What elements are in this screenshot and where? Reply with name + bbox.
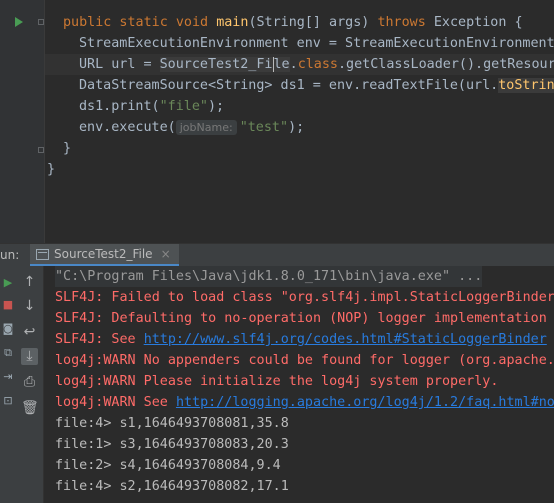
code-token: throws xyxy=(377,15,434,30)
code-token: "test" xyxy=(239,120,289,135)
run-config-icon xyxy=(36,248,49,260)
code-line-3: URL url = SourceTest2_File.class.getClas… xyxy=(45,54,554,75)
console-link[interactable]: http://logging.apache.org/log4j/1.2/faq.… xyxy=(176,395,554,410)
console-link[interactable]: http://www.slf4j.org/codes.html#StaticLo… xyxy=(144,332,547,347)
code-token: .getClassLoader().getResourc xyxy=(338,57,554,72)
code-line-2: StreamExecutionEnvironment env = StreamE… xyxy=(45,33,554,54)
code-token: } xyxy=(63,141,72,156)
console-error-line: log4j:WARN Please initialize the log4j s… xyxy=(55,374,499,389)
code-token: SourceTest2_Fi xyxy=(159,57,273,72)
trash-icon[interactable]: 🗑 xyxy=(21,400,39,417)
console-output[interactable]: "C:\Program Files\Java\jdk1.8.0_171\bin\… xyxy=(45,266,554,503)
code-token: Exception { xyxy=(433,15,523,30)
console-text: log4j:WARN See xyxy=(55,395,176,410)
code-token: . xyxy=(289,57,298,72)
code-token: } xyxy=(47,162,56,177)
run-tab[interactable]: SourceTest2_File × xyxy=(30,244,179,266)
console-output-line: file:4> s2,1646493708082,17.1 xyxy=(55,479,289,494)
console-error-line: SLF4J: See http://www.slf4j.org/codes.ht… xyxy=(55,329,554,350)
console-output-line: file:2> s4,1646493708084,9.4 xyxy=(55,458,281,473)
console-text: SLF4J: See xyxy=(55,332,144,347)
code-token: (String[] args) xyxy=(248,15,378,30)
run-label: un: xyxy=(0,248,20,262)
code-token: class xyxy=(297,57,338,72)
code-token: toString xyxy=(498,78,554,93)
code-token: ); xyxy=(288,120,305,135)
code-token: le xyxy=(273,57,290,72)
code-line-7: } xyxy=(45,138,554,159)
scroll-up-icon[interactable]: ↑ xyxy=(21,274,38,291)
parameter-hint: jobName: xyxy=(175,120,237,135)
close-tab-icon[interactable]: × xyxy=(161,247,171,261)
code-token: public static void xyxy=(63,15,217,30)
run-main-icon[interactable] xyxy=(15,17,23,27)
camera-icon[interactable]: ◙ xyxy=(1,322,15,336)
print-icon[interactable]: ⎙ xyxy=(21,374,38,391)
console-command-line: "C:\Program Files\Java\jdk1.8.0_171\bin\… xyxy=(55,266,483,287)
code-token: StreamExecutionEnvironment env = StreamE… xyxy=(79,36,554,51)
soft-wrap-icon[interactable]: ↩ xyxy=(21,324,38,341)
console-output-line: file:4> s1,1646493708081,35.8 xyxy=(55,416,289,431)
scroll-down-icon[interactable]: ↓ xyxy=(21,298,38,315)
code-line-5: ds1.print("file"); xyxy=(45,96,554,117)
scroll-to-end-icon[interactable]: ⤓ xyxy=(21,348,38,365)
code-token: DataStreamSource<String> ds1 = env.readT… xyxy=(79,78,499,93)
pin-icon[interactable]: ⊡ xyxy=(1,394,15,408)
code-line-6: env.execute(jobName: "test"); xyxy=(45,117,554,138)
run-controls: ▶ ■ ◙ ⧉ ⇥ ⊡ xyxy=(0,266,16,503)
code-editor[interactable]: public static void main(String[] args) t… xyxy=(45,0,554,243)
fold-end-icon[interactable] xyxy=(38,147,44,153)
stop-icon[interactable]: ■ xyxy=(1,298,15,312)
code-token: "file" xyxy=(159,99,208,114)
code-line-8: } xyxy=(45,159,554,180)
editor-gutter xyxy=(0,0,45,243)
code-token: ); xyxy=(208,99,225,114)
restore-layout-icon[interactable]: ⧉ xyxy=(1,346,15,360)
console-error-line: log4j:WARN No appenders could be found f… xyxy=(55,353,554,368)
rerun-icon[interactable]: ▶ xyxy=(1,276,15,290)
console-error-line: SLF4J: Defaulting to no-operation (NOP) … xyxy=(55,311,547,326)
code-token: ds1.print( xyxy=(79,99,160,114)
code-line-1: public static void main(String[] args) t… xyxy=(45,12,554,33)
code-line-4: DataStreamSource<String> ds1 = env.readT… xyxy=(45,75,554,96)
fold-marker-icon[interactable] xyxy=(38,19,44,25)
exit-icon[interactable]: ⇥ xyxy=(1,370,15,384)
code-token: env.execute( xyxy=(79,120,176,135)
run-toolwindow-header: un: SourceTest2_File × xyxy=(0,243,554,267)
code-token: URL url = xyxy=(79,57,160,72)
run-tab-label: SourceTest2_File xyxy=(54,247,153,261)
console-output-line: file:1> s3,1646493708083,20.3 xyxy=(55,437,289,452)
console-text: f xyxy=(547,332,554,347)
console-error-line: SLF4J: Failed to load class "org.slf4j.i… xyxy=(55,290,554,305)
console-error-line: log4j:WARN See http://logging.apache.org… xyxy=(55,392,554,413)
code-token: main xyxy=(216,15,249,30)
console-toolbar: ↑ ↓ ↩ ⤓ ⎙ 🗑 xyxy=(16,266,44,503)
